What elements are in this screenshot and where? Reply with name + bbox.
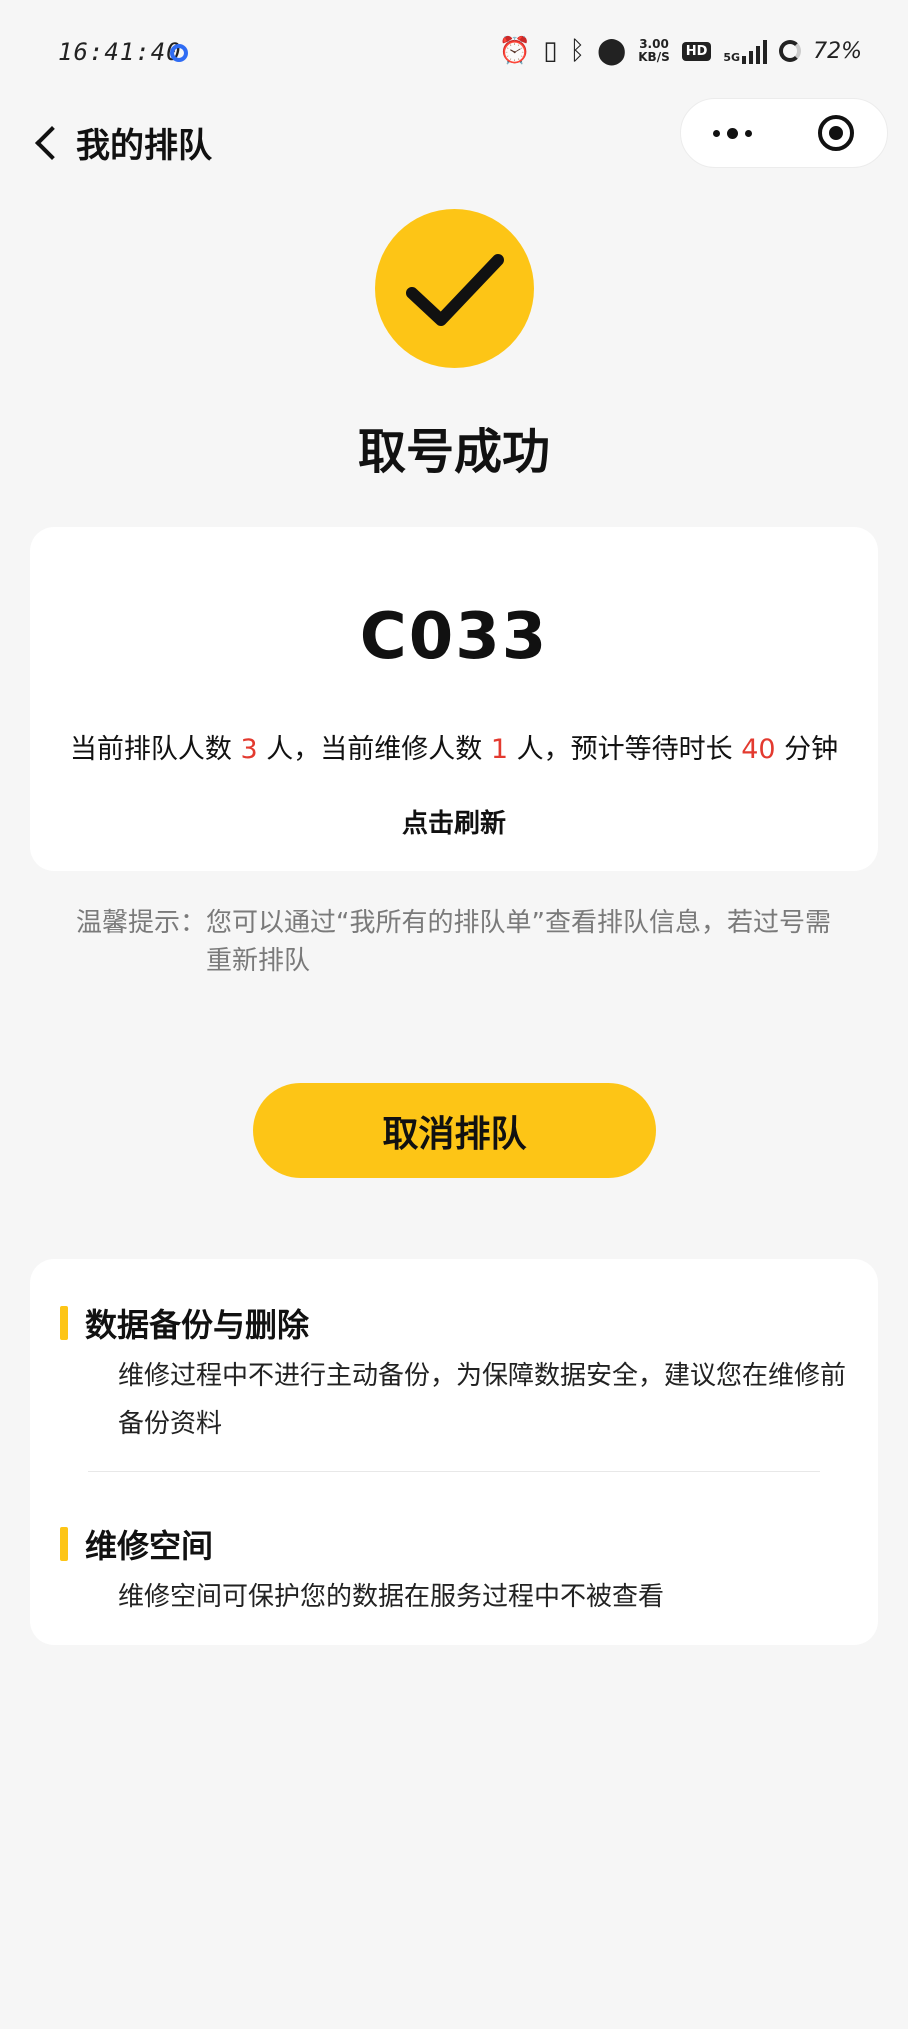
refresh-button[interactable]: 点击刷新 <box>354 803 554 840</box>
info-heading: 数据备份与删除 <box>85 1306 310 1344</box>
wait-minutes: 40 <box>741 734 776 765</box>
tip-text: 您可以通过“我所有的排队单”查看排队信息，若过号需重新排队 <box>206 908 831 976</box>
location-sharing-icon <box>170 44 188 62</box>
page-title: 我的排队 <box>76 126 212 166</box>
status-time: 16:41:40 <box>58 38 182 66</box>
status-bar: 16:41:40 ⏰ ▯ ᛒ ⬤ 3.00 KB/S HD 5G 72% <box>0 0 908 110</box>
info-card: 数据备份与删除 维修过程中不进行主动备份，为保障数据安全，建议您在维修前备份资料… <box>30 1259 878 1645</box>
battery-level: 72% <box>813 38 862 64</box>
queue-count: 3 <box>240 734 258 765</box>
ticket-card: C033 当前排队人数 3 人，当前维修人数 1 人，预计等待时长 40 分钟 … <box>30 527 878 871</box>
info-section-backup: 数据备份与删除 维修过程中不进行主动备份，为保障数据安全，建议您在维修前备份资料 <box>60 1300 850 1448</box>
repair-suffix: 人，预计等待时长 <box>516 734 733 765</box>
network-speed-unit: KB/S <box>638 50 670 64</box>
queue-status: 当前排队人数 3 人，当前维修人数 1 人，预计等待时长 40 分钟 <box>30 727 878 766</box>
network-speed: 3.00 KB/S <box>638 38 669 64</box>
more-dot-icon <box>745 129 752 137</box>
success-icon <box>375 209 534 368</box>
cancel-queue-button[interactable]: 取消排队 <box>253 1083 656 1178</box>
signal-icon: 5G <box>723 38 768 64</box>
vibrate-icon: ▯ <box>543 36 558 66</box>
repair-count: 1 <box>490 734 508 765</box>
queue-prefix: 当前排队人数 <box>69 734 232 765</box>
info-heading: 维修空间 <box>85 1527 214 1565</box>
network-type: 5G <box>723 51 741 64</box>
ticket-number: C033 <box>359 600 549 674</box>
status-icons: ⏰ ▯ ᛒ ⬤ 3.00 KB/S HD 5G 72% <box>499 36 862 66</box>
accent-bar <box>60 1306 68 1340</box>
target-icon <box>817 115 854 151</box>
network-speed-value: 3.00 <box>639 37 669 51</box>
alarm-icon: ⏰ <box>498 36 532 66</box>
info-body: 维修空间可保护您的数据在服务过程中不被查看 <box>118 1582 665 1612</box>
queue-suffix: 人，当前维修人数 <box>266 734 483 765</box>
info-body: 维修过程中不进行主动备份，为保障数据安全，建议您在维修前备份资料 <box>118 1361 847 1439</box>
tip: 温馨提示： 您可以通过“我所有的排队单”查看排队信息，若过号需重新排队 <box>76 904 836 980</box>
accent-bar <box>60 1527 68 1561</box>
more-dot-icon <box>727 127 738 139</box>
mini-program-capsule <box>680 98 888 168</box>
bluetooth-icon: ᛒ <box>569 36 586 66</box>
divider <box>88 1471 820 1472</box>
more-button[interactable] <box>681 99 784 167</box>
checkmark-icon <box>406 254 504 326</box>
back-button[interactable]: 我的排队 <box>30 118 212 167</box>
info-section-repair-space: 维修空间 维修空间可保护您的数据在服务过程中不被查看 <box>60 1521 850 1621</box>
tip-label: 温馨提示： <box>76 908 207 938</box>
chevron-left-icon <box>35 125 69 160</box>
wait-unit: 分钟 <box>784 734 839 765</box>
hd-badge: HD <box>681 41 712 61</box>
success-title: 取号成功 <box>357 424 550 480</box>
location-icon: ⬤ <box>597 36 627 66</box>
battery-icon <box>779 40 802 62</box>
more-dot-icon <box>713 129 720 137</box>
close-mini-program-button[interactable] <box>784 99 887 167</box>
